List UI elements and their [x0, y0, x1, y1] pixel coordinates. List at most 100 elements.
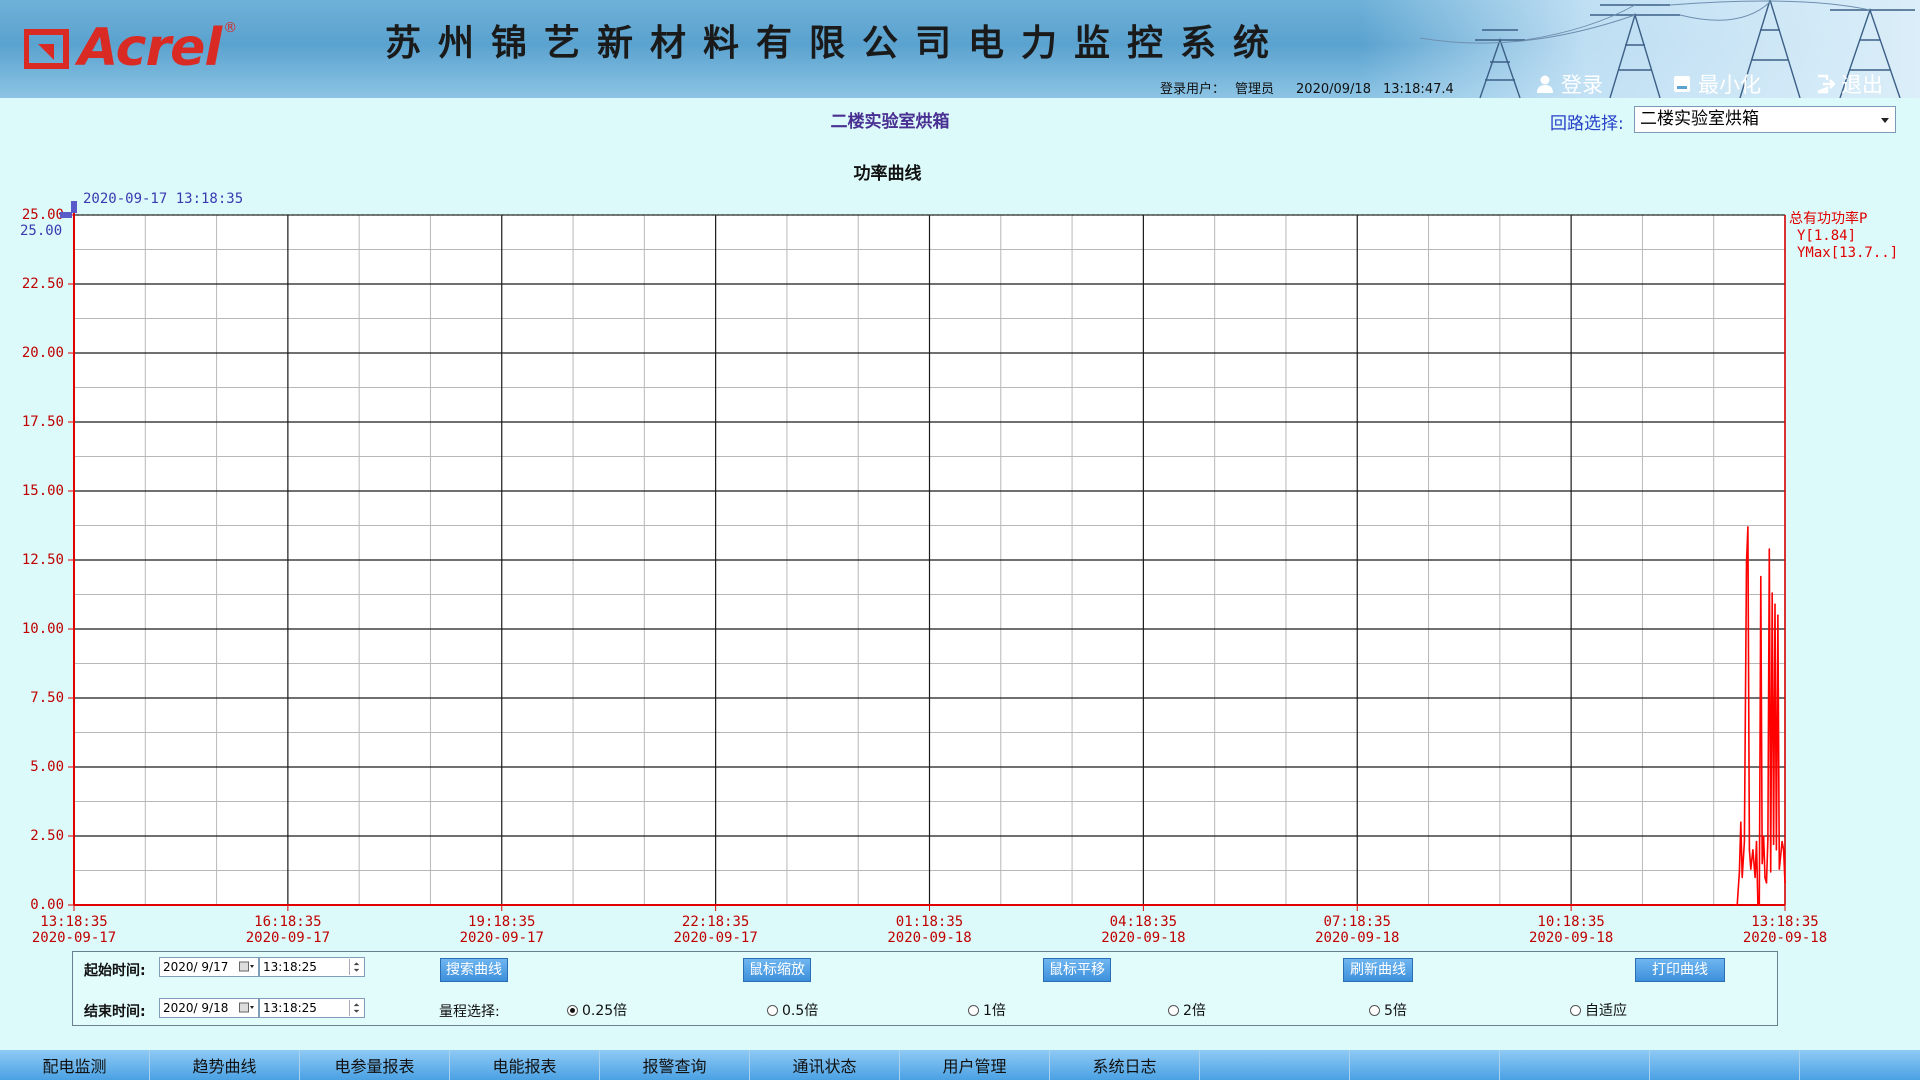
start-time-label: 起始时间: — [84, 963, 146, 979]
series-point — [1784, 882, 1786, 884]
series-point — [1777, 614, 1779, 616]
end-time-value: 13:18:25 — [263, 1001, 317, 1015]
x-tick-date: 2020-09-17 — [32, 930, 116, 945]
series-point — [1760, 575, 1762, 578]
range-option-label: 1倍 — [983, 1003, 1006, 1019]
series-point — [1741, 876, 1743, 879]
login-button[interactable]: 登录 — [1535, 72, 1603, 97]
x-tick-time: 01:18:35 — [896, 914, 963, 930]
tab-user-management[interactable]: 用户管理 — [900, 1050, 1050, 1080]
end-time-input[interactable]: 13:18:25 — [259, 998, 365, 1018]
end-date-value: 2020/ 9/18 — [163, 1001, 229, 1015]
range-option-5x[interactable]: 5倍 — [1369, 1000, 1407, 1020]
series-point — [1734, 904, 1736, 906]
cursor-value-label: 25.00 — [20, 223, 62, 239]
logo-registered-mark: ® — [223, 20, 238, 36]
acrel-logo: Acrel ® — [24, 18, 237, 78]
power-curve-chart[interactable]: 25.00 22.50 20.00 17.50 15.00 12.50 10.00 7.50 5… — [0, 185, 1920, 945]
current-time: 13:18:47.4 — [1382, 82, 1454, 97]
y-tick-label: 20.00 — [22, 345, 64, 361]
time-spinner-icon[interactable] — [349, 959, 363, 975]
range-option-0-5x[interactable]: 0.5倍 — [767, 1000, 818, 1020]
x-tick-time: 16:18:35 — [254, 914, 321, 930]
calendar-dropdown-icon[interactable] — [239, 961, 255, 973]
series-point — [1754, 876, 1756, 879]
range-option-auto[interactable]: 自适应 — [1570, 1000, 1627, 1020]
series-point — [1762, 835, 1765, 837]
tab-energy-report[interactable]: 电能报表 — [450, 1050, 600, 1080]
time-spinner-icon[interactable] — [349, 1000, 363, 1016]
y-tick-label: 15.00 — [22, 483, 64, 499]
start-date-picker[interactable]: 2020/ 9/17 — [159, 957, 259, 977]
start-date-value: 2020/ 9/17 — [163, 960, 229, 974]
mouse-pan-button[interactable]: 鼠标平移 — [1043, 958, 1111, 982]
series-point — [1738, 871, 1741, 873]
series-point — [1736, 904, 1738, 906]
x-tick-date: 2020-09-18 — [1529, 930, 1613, 945]
chevron-down-icon — [1881, 118, 1889, 123]
start-time-value: 13:18:25 — [263, 960, 317, 974]
x-tick-date: 2020-09-18 — [1101, 930, 1185, 945]
tab-system-log[interactable]: 系统日志 — [1050, 1050, 1200, 1080]
loop-select-label: 回路选择: — [1550, 114, 1624, 134]
end-time-label: 结束时间: — [84, 1004, 146, 1020]
current-date: 2020/09/18 — [1296, 82, 1371, 97]
series-point — [1767, 838, 1769, 840]
series-point — [1758, 904, 1761, 906]
refresh-curve-button[interactable]: 刷新曲线 — [1343, 958, 1413, 982]
series-point — [1781, 840, 1783, 843]
tab-trend-curve[interactable]: 趋势曲线 — [150, 1050, 300, 1080]
legend-series-name: 总有功功率P — [1789, 210, 1867, 227]
series-point — [1779, 854, 1782, 857]
tab-alarm-query[interactable]: 报警查询 — [600, 1050, 750, 1080]
x-tick-time: 10:18:35 — [1537, 914, 1604, 930]
series-point — [1771, 592, 1773, 594]
minimize-icon — [1674, 76, 1690, 92]
series-point — [1778, 868, 1781, 870]
tab-power-monitoring[interactable]: 配电监测 — [0, 1050, 150, 1080]
cursor-marker — [60, 212, 72, 218]
end-date-picker[interactable]: 2020/ 9/18 — [159, 998, 259, 1018]
tab-parameter-report[interactable]: 电参量报表 — [300, 1050, 450, 1080]
tab-empty — [1650, 1050, 1800, 1080]
mouse-zoom-button[interactable]: 鼠标缩放 — [743, 958, 811, 982]
logout-button[interactable]: 退出 — [1815, 72, 1883, 97]
range-option-2x[interactable]: 2倍 — [1168, 1000, 1206, 1020]
x-tick-date: 2020-09-17 — [673, 930, 757, 945]
series-point — [1775, 849, 1778, 851]
y-tick-label: 25.00 — [22, 207, 64, 223]
radio-icon — [968, 1004, 979, 1016]
range-option-1x[interactable]: 1倍 — [968, 1000, 1006, 1020]
y-tick-label: 2.50 — [30, 828, 64, 844]
radio-selected-icon — [567, 1004, 578, 1016]
chart-title: 功率曲线 — [853, 164, 922, 184]
tab-empty — [1350, 1050, 1500, 1080]
minimize-button[interactable]: 最小化 — [1672, 72, 1761, 97]
legend-current-value: Y[1.84] — [1797, 228, 1856, 244]
y-tick-label: 0.00 — [30, 897, 64, 913]
range-option-label: 2倍 — [1183, 1003, 1206, 1019]
x-tick-date: 2020-09-18 — [1315, 930, 1399, 945]
y-tick-label: 22.50 — [22, 276, 64, 292]
x-tick-time: 13:18:35 — [1751, 914, 1818, 930]
series-point — [1740, 821, 1742, 823]
series-point — [1764, 876, 1766, 879]
start-time-input[interactable]: 13:18:25 — [259, 957, 365, 977]
calendar-dropdown-icon[interactable] — [239, 1002, 255, 1014]
tab-comm-status[interactable]: 通讯状态 — [750, 1050, 900, 1080]
tab-empty — [1500, 1050, 1650, 1080]
loop-selected-value: 二楼实验室烘箱 — [1640, 109, 1759, 129]
print-curve-button[interactable]: 打印曲线 — [1635, 958, 1725, 982]
tab-empty — [1200, 1050, 1350, 1080]
range-option-0-25x[interactable]: 0.25倍 — [567, 1000, 627, 1020]
range-option-label: 0.5倍 — [782, 1003, 819, 1019]
x-tick-time: 04:18:35 — [1110, 914, 1177, 930]
series-point — [1765, 882, 1768, 884]
series-point — [1772, 843, 1775, 846]
logout-icon — [1817, 74, 1835, 94]
loop-select[interactable]: 二楼实验室烘箱 — [1634, 106, 1896, 133]
x-tick-date: 2020-09-17 — [460, 930, 544, 945]
system-title: 苏州锦艺新材料有限公司电力监控系统 — [385, 22, 1287, 64]
y-tick-label: 10.00 — [22, 621, 64, 637]
search-curve-button[interactable]: 搜索曲线 — [440, 958, 508, 982]
